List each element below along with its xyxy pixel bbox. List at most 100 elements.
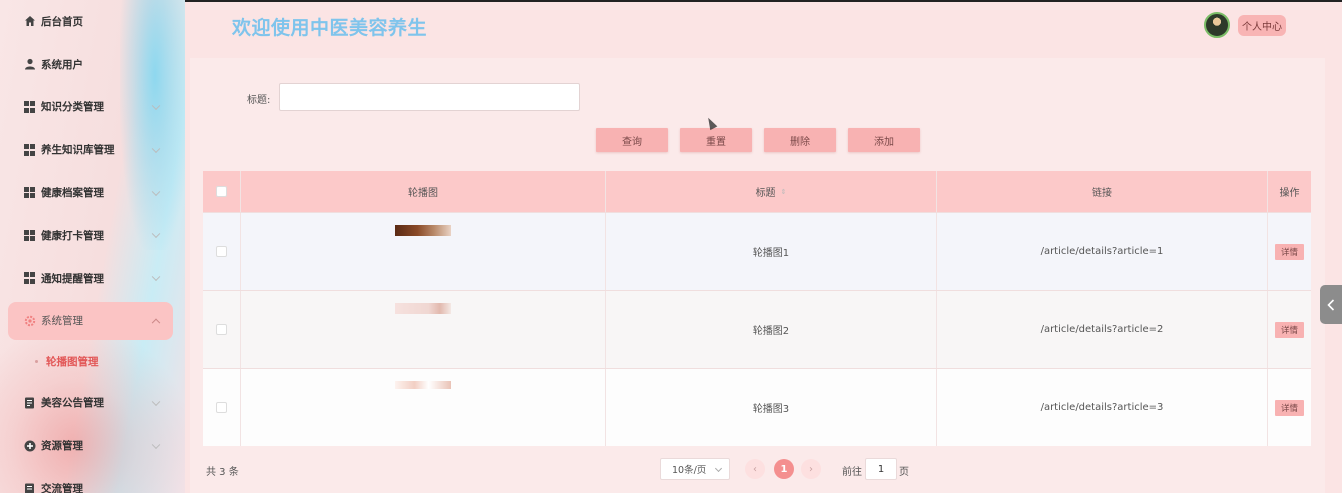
reset-button[interactable]: 重置 xyxy=(680,128,752,152)
search-title-input[interactable] xyxy=(279,83,580,111)
sidebar-item-knowledge-category[interactable]: 知识分类管理 xyxy=(0,86,185,129)
chevron-down-icon xyxy=(151,229,161,239)
grid-icon xyxy=(23,143,36,156)
chevron-down-icon xyxy=(714,464,723,473)
row-select-cell xyxy=(203,213,241,290)
row-link: /article/details?article=2 xyxy=(937,291,1268,368)
sidebar-item-health-knowledge[interactable]: 养生知识库管理 xyxy=(0,128,185,171)
sidebar-item-label: 养生知识库管理 xyxy=(41,144,115,157)
sidebar-item-label: 健康档案管理 xyxy=(41,187,104,200)
chevron-up-icon xyxy=(151,318,161,327)
row-select-cell xyxy=(203,291,241,368)
top-header: 欢迎使用中医美容养生 个人中心 xyxy=(185,0,1342,50)
goto-suffix: 页 xyxy=(899,467,909,478)
sidebar-item-label: 健康打卡管理 xyxy=(41,229,104,242)
sidebar-item-label: 知识分类管理 xyxy=(41,101,104,114)
table-row: 轮播图2 /article/details?article=2 详情 xyxy=(203,290,1311,368)
prev-page-button[interactable]: ‹ xyxy=(745,459,765,479)
sidebar-subitem-carousel[interactable]: 轮播图管理 xyxy=(0,342,185,382)
current-page-button[interactable]: 1 xyxy=(774,459,794,479)
row-link: /article/details?article=3 xyxy=(937,369,1268,446)
column-header-title-label: 标题 xyxy=(755,188,776,199)
chevron-down-icon xyxy=(151,101,161,111)
sidebar: 后台首页 系统用户 知识分类管理 养生知识库管理 健康档案管理 健康打卡管理 通… xyxy=(0,0,185,493)
header-select-cell xyxy=(203,171,241,212)
home-icon xyxy=(23,15,36,28)
sidebar-item-resources[interactable]: 资源管理 xyxy=(0,424,185,467)
chevron-down-icon xyxy=(151,440,161,449)
sidebar-menu: 后台首页 系统用户 知识分类管理 养生知识库管理 健康档案管理 健康打卡管理 通… xyxy=(0,0,185,493)
table-header: 轮播图 标题 ⇕ 链接 操作 xyxy=(203,171,1311,212)
page-title: 欢迎使用中医美容养生 xyxy=(232,17,428,39)
detail-button[interactable]: 详情 xyxy=(1275,243,1304,260)
sidebar-item-notifications[interactable]: 通知提醒管理 xyxy=(0,257,185,300)
sidebar-item-communication[interactable]: 交流管理 xyxy=(0,467,185,493)
column-header-link: 链接 xyxy=(937,171,1268,212)
document-icon xyxy=(23,396,36,409)
avatar[interactable] xyxy=(1204,12,1230,38)
search-title-label: 标题: xyxy=(247,95,271,106)
row-checkbox[interactable] xyxy=(216,246,227,257)
gear-icon xyxy=(23,314,36,327)
next-page-button[interactable]: › xyxy=(801,459,821,479)
row-checkbox[interactable] xyxy=(216,324,227,335)
sidebar-item-label: 通知提醒管理 xyxy=(41,272,104,285)
sidebar-item-health-records[interactable]: 健康档案管理 xyxy=(0,171,185,214)
grid-icon xyxy=(23,100,36,113)
row-link: /article/details?article=1 xyxy=(937,213,1268,290)
grid-icon xyxy=(23,272,36,285)
detail-button[interactable]: 详情 xyxy=(1275,399,1304,416)
goto-page-input[interactable]: 1 xyxy=(865,458,897,480)
sidebar-item-label: 系统用户 xyxy=(41,58,83,71)
sidebar-item-label: 系统管理 xyxy=(41,315,83,328)
sort-icon[interactable]: ⇕ xyxy=(781,188,787,196)
row-action-cell: 详情 xyxy=(1268,291,1311,368)
user-center-button[interactable]: 个人中心 xyxy=(1238,15,1286,36)
column-header-title[interactable]: 标题 ⇕ xyxy=(606,171,937,212)
page-size-select[interactable]: 10条/页 xyxy=(660,458,730,480)
collapse-panel-button[interactable] xyxy=(1320,285,1342,324)
page-size-value: 10条/页 xyxy=(672,465,707,476)
carousel-table: 轮播图 标题 ⇕ 链接 操作 轮播图1 /article/details?art… xyxy=(203,171,1311,446)
main-content: 标题: 查询 重置 删除 添加 轮播图 标题 ⇕ 链接 操作 轮播图1 /art… xyxy=(190,58,1325,493)
chevron-down-icon xyxy=(151,397,161,407)
column-header-action: 操作 xyxy=(1279,188,1300,199)
sidebar-item-system-users[interactable]: 系统用户 xyxy=(0,43,185,86)
row-action-cell: 详情 xyxy=(1268,369,1311,446)
document-icon xyxy=(23,482,36,493)
chevron-down-icon xyxy=(151,187,161,196)
column-header-image: 轮播图 xyxy=(241,171,606,212)
grid-icon xyxy=(23,186,36,199)
sidebar-item-system-management[interactable]: 系统管理 xyxy=(8,301,173,340)
bullet-icon xyxy=(35,360,38,364)
carousel-thumbnail xyxy=(395,381,451,389)
carousel-image-cell xyxy=(241,369,606,446)
add-button[interactable]: 添加 xyxy=(848,128,920,152)
goto-label: 前往 xyxy=(842,467,862,478)
sidebar-item-label: 后台首页 xyxy=(41,15,83,28)
row-title: 轮播图1 xyxy=(606,213,937,290)
sidebar-item-health-checkin[interactable]: 健康打卡管理 xyxy=(0,214,185,257)
row-action-cell: 详情 xyxy=(1268,213,1311,290)
chevron-down-icon xyxy=(151,144,161,153)
carousel-image-cell xyxy=(241,291,606,368)
sidebar-item-label: 交流管理 xyxy=(41,483,83,493)
query-button[interactable]: 查询 xyxy=(596,128,668,152)
grid-icon xyxy=(23,229,36,242)
sidebar-item-label: 美容公告管理 xyxy=(41,397,104,410)
total-count: 共 3 条 xyxy=(206,467,239,478)
detail-button[interactable]: 详情 xyxy=(1275,321,1304,338)
carousel-thumbnail xyxy=(395,225,451,236)
table-row: 轮播图3 /article/details?article=3 详情 xyxy=(203,368,1311,446)
carousel-thumbnail xyxy=(395,303,451,314)
delete-button[interactable]: 删除 xyxy=(764,128,836,152)
row-checkbox[interactable] xyxy=(216,402,227,413)
carousel-image-cell xyxy=(241,213,606,290)
select-all-checkbox[interactable] xyxy=(216,186,227,197)
table-row: 轮播图1 /article/details?article=1 详情 xyxy=(203,212,1311,290)
sidebar-item-beauty-announcements[interactable]: 美容公告管理 xyxy=(0,382,185,425)
sidebar-item-home[interactable]: 后台首页 xyxy=(0,0,185,43)
row-title: 轮播图2 xyxy=(606,291,937,368)
user-icon xyxy=(23,58,36,71)
sidebar-subitem-label: 轮播图管理 xyxy=(46,356,99,369)
